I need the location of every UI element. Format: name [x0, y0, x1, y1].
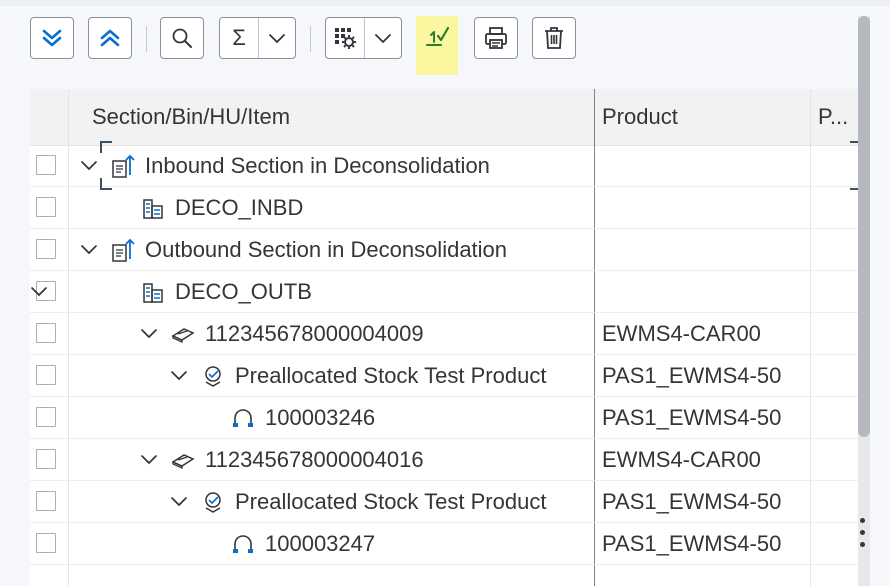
- column-header-section[interactable]: Section/Bin/HU/Item: [82, 89, 594, 145]
- expand-toggle[interactable]: [80, 157, 98, 175]
- row-checkbox[interactable]: [36, 407, 56, 427]
- node-label: 112345678000004016: [205, 447, 424, 472]
- storage-bin-icon: [140, 195, 166, 221]
- expand-toggle[interactable]: [170, 367, 188, 385]
- node-label: DECO_INBD: [175, 195, 304, 220]
- table-row[interactable]: Preallocated Stock Test Product PAS1_EWMS…: [30, 355, 858, 397]
- scrollbar-thumb[interactable]: [858, 16, 870, 437]
- node-label: 100003246: [265, 405, 376, 430]
- toolbar-separator: [310, 26, 311, 52]
- right-gap: [870, 86, 890, 586]
- node-label: Inbound Section in Deconsolidation: [145, 153, 490, 178]
- node-label: 112345678000004009: [205, 321, 424, 346]
- chevron-down-icon: [81, 161, 97, 171]
- chevron-down-icon: [81, 245, 97, 255]
- row-checkbox[interactable]: [36, 449, 56, 469]
- node-label: Outbound Section in Deconsolidation: [145, 237, 508, 262]
- tree-table: Section/Bin/HU/Item Product P... Inbound…: [30, 89, 862, 586]
- row-checkbox[interactable]: [36, 197, 56, 217]
- double-chevron-down-icon: [42, 29, 62, 47]
- chevron-down-icon: [269, 34, 285, 44]
- table-row[interactable]: Outbound Section in Deconsolidation: [30, 229, 858, 271]
- node-label: 100003247: [265, 531, 376, 556]
- table-row[interactable]: Inbound Section in Deconsolidation: [30, 145, 858, 187]
- chevron-down-icon: [141, 455, 157, 465]
- product-cell: PAS1_EWMS4-50: [602, 531, 782, 556]
- product-cell: PAS1_EWMS4-50: [602, 363, 782, 388]
- chevron-down-icon: [171, 497, 187, 507]
- expand-toggle[interactable]: [140, 451, 158, 469]
- expand-toggle[interactable]: [170, 493, 188, 511]
- trash-icon: [545, 27, 563, 49]
- settings-button[interactable]: [326, 18, 364, 58]
- chevron-down-icon: [141, 329, 157, 339]
- sum-dropdown-button[interactable]: [259, 18, 295, 58]
- row-checkbox[interactable]: [36, 365, 56, 385]
- product-cell: EWMS4-CAR00: [602, 447, 761, 472]
- print-icon: [485, 27, 507, 49]
- expand-toggle[interactable]: [30, 283, 48, 301]
- table-row[interactable]: 100003246 PAS1_EWMS4-50: [30, 397, 858, 439]
- chevron-down-icon: [375, 34, 391, 44]
- expand-all-button[interactable]: [30, 17, 74, 59]
- row-checkbox[interactable]: [36, 491, 56, 511]
- node-label: Preallocated Stock Test Product: [235, 489, 547, 514]
- focus-indicator: [100, 141, 112, 153]
- product-cell: PAS1_EWMS4-50: [602, 489, 782, 514]
- expand-toggle[interactable]: [140, 325, 158, 343]
- row-checkbox[interactable]: [36, 155, 56, 175]
- column-header-truncated[interactable]: P...: [808, 89, 858, 145]
- node-label: Preallocated Stock Test Product: [235, 363, 547, 388]
- column-header-product[interactable]: Product: [592, 89, 810, 145]
- row-checkbox[interactable]: [36, 533, 56, 553]
- chevron-down-icon: [171, 371, 187, 381]
- search-button[interactable]: [160, 17, 204, 59]
- focus-indicator: [100, 178, 112, 190]
- table-row[interactable]: 112345678000004016 EWMS4-CAR00: [30, 439, 858, 481]
- stock-item-icon: [230, 405, 256, 431]
- handling-unit-icon: [170, 447, 196, 473]
- section-icon: [110, 153, 136, 179]
- sum-icon: Σ: [232, 25, 246, 50]
- product-icon: [200, 489, 226, 515]
- settings-dropdown-button[interactable]: [365, 18, 401, 58]
- resize-handle-icon[interactable]: [860, 518, 866, 558]
- node-label: DECO_OUTB: [175, 279, 312, 304]
- collapse-all-button[interactable]: [88, 17, 132, 59]
- handling-unit-icon: [170, 321, 196, 347]
- settings-split-button[interactable]: [325, 17, 402, 59]
- table-row[interactable]: DECO_OUTB: [30, 271, 858, 313]
- row-checkbox[interactable]: [36, 239, 56, 259]
- expand-toggle[interactable]: [80, 241, 98, 259]
- table-row[interactable]: 112345678000004009 EWMS4-CAR00: [30, 313, 858, 355]
- table-row[interactable]: DECO_INBD: [30, 187, 858, 229]
- row-checkbox[interactable]: [36, 323, 56, 343]
- chevron-down-icon: [31, 287, 47, 297]
- search-icon: [172, 28, 192, 48]
- delete-button[interactable]: [532, 17, 576, 59]
- table-header: Section/Bin/HU/Item Product P...: [30, 89, 858, 146]
- toolbar: Σ: [0, 6, 890, 86]
- product-icon: [200, 363, 226, 389]
- product-cell: PAS1_EWMS4-50: [602, 405, 782, 430]
- storage-bin-icon: [140, 279, 166, 305]
- stock-item-icon: [230, 531, 256, 557]
- product-cell: EWMS4-CAR00: [602, 321, 761, 346]
- table-settings-icon: [335, 28, 356, 49]
- confirm-check-icon: [426, 26, 450, 46]
- print-button[interactable]: [474, 17, 518, 59]
- confirm-button[interactable]: [416, 16, 458, 58]
- table-row[interactable]: Preallocated Stock Test Product PAS1_EWMS…: [30, 481, 858, 523]
- toolbar-separator: [146, 26, 147, 52]
- table-row[interactable]: 100003247 PAS1_EWMS4-50: [30, 523, 858, 565]
- sum-button[interactable]: Σ: [220, 18, 258, 58]
- double-chevron-up-icon: [100, 29, 120, 47]
- section-icon: [110, 237, 136, 263]
- sum-split-button[interactable]: Σ: [219, 17, 296, 59]
